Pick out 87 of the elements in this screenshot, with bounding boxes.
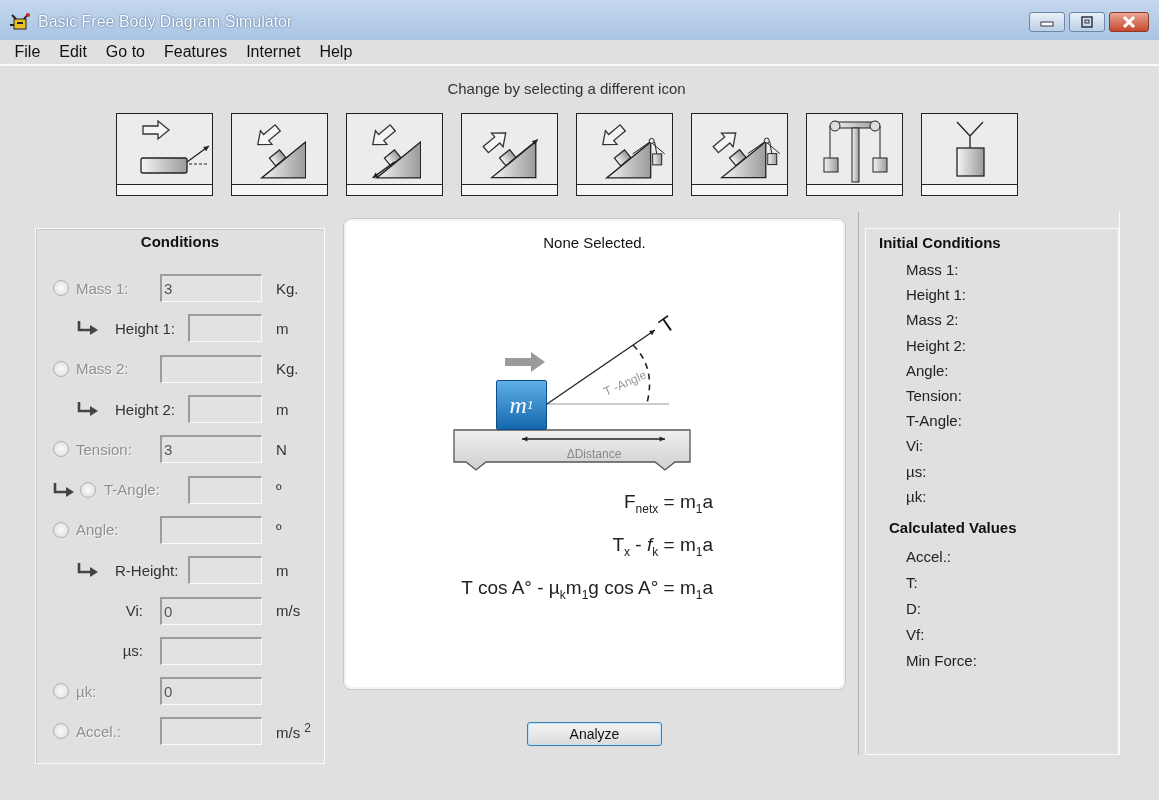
turn-arrow-icon [76,562,100,579]
scenario-button[interactable] [575,113,673,196]
field-label: Tension: [76,440,132,458]
unit-label: m [276,319,289,337]
result-label: T: [905,573,919,594]
field-label: Height 1: [115,319,176,337]
field-label: Mass 1: [76,279,129,297]
result-label: Accel.: [905,547,952,568]
distance-label: ΔDistance [566,447,622,461]
field-label: Height 2: [115,400,176,418]
input-field[interactable] [188,475,262,504]
input-field[interactable] [160,636,262,665]
menu-item[interactable]: Features [154,43,237,61]
pulley-masses-icon [822,120,888,183]
section-title: Calculated Values [888,518,1018,539]
turn-arrow-icon [76,320,100,337]
scenario-button[interactable] [115,113,213,196]
close-button[interactable] [1109,12,1149,32]
window-title: Basic Free Body Diagram Simulator [38,13,294,31]
unit-label: m [276,400,289,418]
result-label: µs: [905,461,928,482]
result-label: Tension: [905,386,963,406]
unit-label: N [276,440,287,458]
result-label: Mass 2: [905,310,960,331]
unit-label: m/s [276,602,301,619]
input-field[interactable] [188,395,262,424]
result-label: Mass 1: [905,260,960,280]
field-label: µs: [122,642,143,660]
hint-text: Change by selecting a different icon [447,80,686,98]
motion-arrow [505,352,545,372]
input-field[interactable] [160,354,262,383]
field-label: R-Height: [115,561,179,579]
angle-label: T -Angle [601,367,649,399]
result-label: D: [905,599,922,620]
input-field[interactable] [188,556,262,585]
scenario-button[interactable] [920,113,1018,196]
maximize-button[interactable] [1069,12,1105,32]
input-field[interactable]: 0 [160,596,262,625]
scenario-button[interactable] [230,113,328,196]
result-label: Min Force: [905,651,978,672]
unit-label: m [276,561,289,579]
menu-item[interactable]: Help [309,43,362,61]
menu-item[interactable]: File [5,43,50,61]
result-label: Vf: [905,625,926,646]
panel-title: Conditions [139,232,221,252]
scenario-button[interactable] [460,113,558,196]
input-field[interactable] [160,717,262,746]
result-label: Angle: [905,360,950,381]
unit-label: Kg. [276,360,299,378]
field-label: µk: [76,682,97,700]
result-label: Height 2: [905,335,968,356]
equation: T cos A° - µ$_{k}$m$_{1}$g cos A° = m$_{1}$a [461,575,713,604]
minimize-button[interactable] [1029,12,1065,32]
block-pull-icon [139,120,210,174]
input-field[interactable] [188,314,262,343]
result-label: T-Angle: [905,411,963,432]
scenario-button[interactable] [690,113,788,196]
close-icon [1121,16,1137,28]
section-title: Initial Conditions [878,233,1002,253]
turn-arrow-icon [76,401,100,418]
menu-item[interactable]: Edit [49,43,97,61]
status-text: None Selected. [542,233,647,252]
field-label: T-Angle: [104,481,160,499]
scenario-button[interactable] [805,113,903,196]
unit-label: º [276,481,282,499]
field-label: Accel.: [76,722,121,740]
field-label: Angle: [76,521,119,539]
result-label: µk: [905,486,928,507]
field-label: Mass 2: [76,360,129,378]
input-field[interactable] [160,515,262,544]
unit-label: Kg. [276,279,299,297]
equation: F$_{netx}$ = m$_{1}$a [623,490,713,518]
unit-label: m/s $^{2}$ [276,721,312,742]
menu-item[interactable]: Internet [236,43,310,61]
turn-arrow-icon [52,481,76,498]
unit-label: º [276,521,282,539]
equation: T$_{x}$ - f$_{k}$ = m$_{1}$a [612,532,713,561]
analyze-button[interactable]: Analyze [527,722,662,746]
tension-label: T [654,311,679,338]
result-label: Height 1: [905,285,968,306]
app-icon [8,11,32,33]
hanging-mass-icon [955,121,985,177]
result-label: Vi: [905,436,925,457]
menu-item[interactable]: Go to [96,43,155,61]
scenario-button[interactable] [345,113,443,196]
maximize-icon [1079,16,1095,28]
field-label: Vi: [125,602,143,619]
